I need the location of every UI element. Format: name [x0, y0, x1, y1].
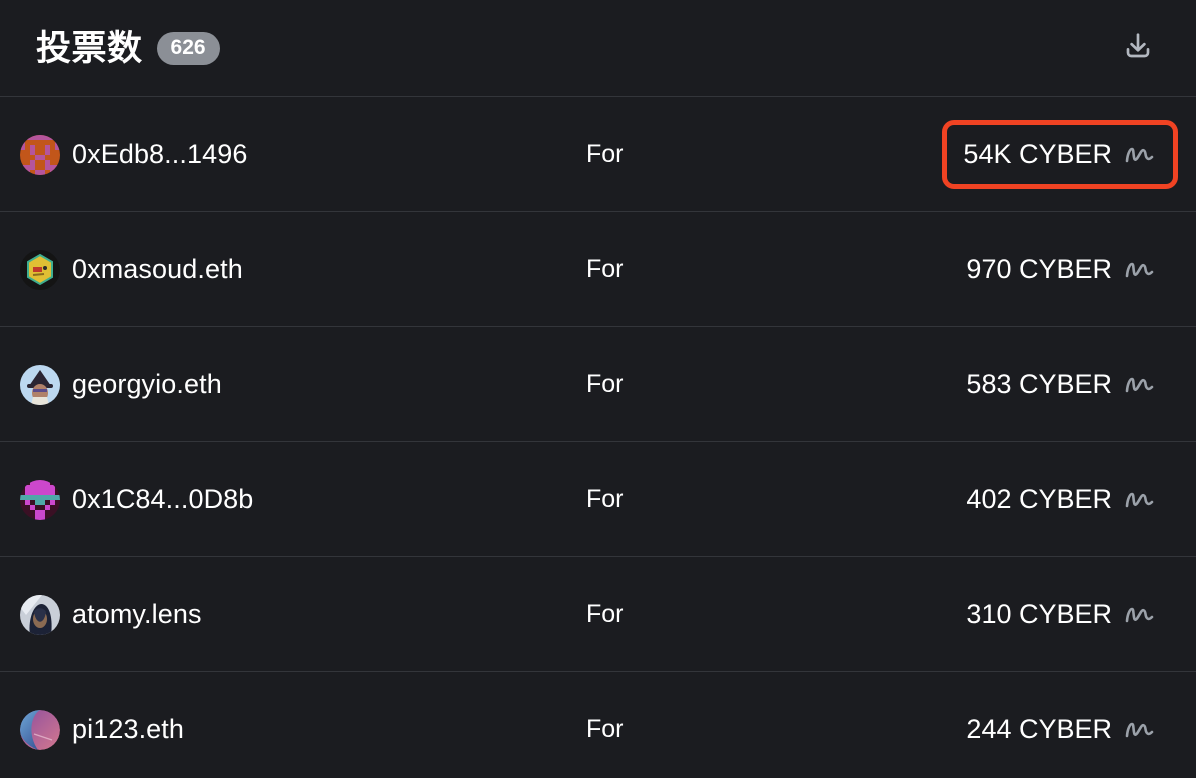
vote-amount: 244 CYBER	[966, 714, 1112, 744]
voter-cell[interactable]: pi123.eth	[20, 709, 574, 750]
voter-cell[interactable]: 0xEdb8...1496	[20, 134, 574, 175]
header-right-group	[1116, 27, 1160, 71]
table-row[interactable]: pi123.eth For 244 CYBER	[0, 672, 1196, 778]
voter-name: 0x1C84...0D8b	[72, 484, 254, 514]
vote-amount: 54K CYBER	[963, 139, 1112, 169]
vote-amount-box: 583 CYBER	[945, 350, 1178, 419]
voter-cell[interactable]: georgyio.eth	[20, 364, 574, 405]
vote-count-badge: 626	[156, 31, 220, 66]
avatar	[20, 364, 60, 405]
voter-name: georgyio.eth	[72, 369, 222, 399]
vote-choice: For	[586, 485, 624, 513]
signature-icon	[1123, 601, 1157, 629]
vote-amount: 970 CYBER	[966, 254, 1112, 284]
vote-amount-cell: 583 CYBER	[914, 350, 1196, 419]
voter-cell[interactable]: atomy.lens	[20, 594, 574, 635]
voter-name: 0xmasoud.eth	[72, 254, 243, 284]
download-button[interactable]	[1116, 27, 1160, 71]
vote-amount-cell: 402 CYBER	[914, 465, 1196, 534]
download-icon	[1122, 30, 1154, 67]
avatar	[20, 479, 60, 520]
vote-amount: 402 CYBER	[966, 484, 1112, 514]
vote-amount-cell: 54K CYBER	[914, 120, 1196, 189]
vote-choice: For	[586, 370, 624, 398]
vote-amount-box: 402 CYBER	[945, 465, 1178, 534]
avatar	[20, 709, 60, 750]
table-row[interactable]: 0xEdb8...1496 For 54K CYBER	[0, 97, 1196, 212]
vote-choice: For	[586, 600, 624, 628]
table-row[interactable]: 0x1C84...0D8b For 402 CYBER	[0, 442, 1196, 557]
vote-amount: 310 CYBER	[966, 599, 1112, 629]
voter-name: 0xEdb8...1496	[72, 139, 248, 169]
vote-amount-cell: 244 CYBER	[914, 695, 1196, 764]
signature-icon	[1123, 716, 1157, 744]
vote-amount-cell: 310 CYBER	[914, 580, 1196, 649]
signature-icon	[1123, 141, 1157, 169]
vote-amount-box: 970 CYBER	[945, 235, 1178, 304]
table-row[interactable]: atomy.lens For 310 CYBER	[0, 557, 1196, 672]
voter-cell[interactable]: 0xmasoud.eth	[20, 249, 574, 290]
voter-name: atomy.lens	[72, 599, 202, 629]
vote-choice: For	[586, 140, 624, 168]
avatar	[20, 249, 60, 290]
vote-amount-highlight-box: 54K CYBER	[942, 120, 1178, 189]
header-left-group: 投票数 626	[36, 31, 220, 66]
table-row[interactable]: 0xmasoud.eth For 970 CYBER	[0, 212, 1196, 327]
vote-amount: 583 CYBER	[966, 369, 1112, 399]
signature-icon	[1123, 371, 1157, 399]
vote-amount-cell: 970 CYBER	[914, 235, 1196, 304]
vote-rows-container: 0xEdb8...1496 For 54K CYBER 0xmasoud.eth…	[0, 97, 1196, 778]
panel-header: 投票数 626	[0, 0, 1196, 97]
vote-choice: For	[586, 715, 624, 743]
signature-icon	[1123, 486, 1157, 514]
vote-amount-box: 244 CYBER	[945, 695, 1178, 764]
vote-amount-box: 310 CYBER	[945, 580, 1178, 649]
avatar	[20, 134, 60, 175]
page-title: 投票数	[36, 29, 143, 68]
vote-choice: For	[586, 255, 624, 283]
signature-icon	[1123, 256, 1157, 284]
avatar	[20, 594, 60, 635]
table-row[interactable]: georgyio.eth For 583 CYBER	[0, 327, 1196, 442]
vote-list-panel: 投票数 626 0xEdb8...1496 For 54K CYBER 0xma…	[0, 0, 1196, 778]
avatar-cell[interactable]: 0x1C84...0D8b	[20, 479, 574, 520]
voter-name: pi123.eth	[72, 714, 184, 744]
